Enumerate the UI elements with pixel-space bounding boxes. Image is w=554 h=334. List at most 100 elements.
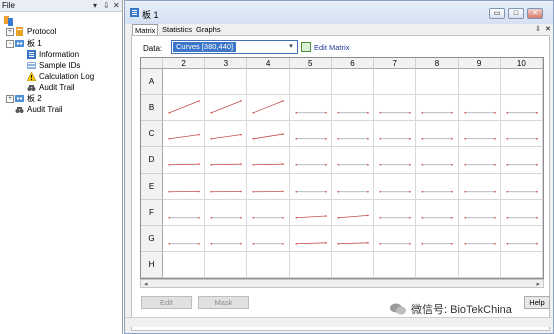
plate-well[interactable] xyxy=(458,225,501,252)
data-select[interactable]: Curves [380,440] ▾ xyxy=(171,40,298,54)
tab-statistics[interactable]: Statistics xyxy=(160,24,194,35)
plate-well[interactable] xyxy=(205,69,248,96)
plate-well[interactable] xyxy=(247,95,290,122)
plate-well[interactable] xyxy=(458,199,501,226)
plate-well[interactable] xyxy=(289,147,332,174)
plate-well[interactable] xyxy=(331,251,375,278)
plate-well[interactable] xyxy=(374,225,417,252)
tree-item-protocol[interactable]: Protocol xyxy=(15,26,56,36)
row-header[interactable]: A xyxy=(141,69,163,96)
plate-well[interactable] xyxy=(500,173,543,200)
close-icon[interactable]: ✕ xyxy=(545,25,551,33)
plate-well[interactable] xyxy=(163,173,206,200)
plate-well[interactable] xyxy=(289,251,332,278)
plate-well[interactable] xyxy=(205,225,248,252)
close-icon[interactable]: ✕ xyxy=(113,1,120,10)
column-header[interactable]: 8 xyxy=(416,58,459,69)
plate-well[interactable] xyxy=(416,121,459,148)
plate-well[interactable] xyxy=(205,147,248,174)
plate-well[interactable] xyxy=(289,121,332,148)
pin-icon[interactable]: ⇩ xyxy=(103,1,110,10)
plate-well[interactable] xyxy=(374,69,417,96)
column-header[interactable]: 4 xyxy=(247,58,290,69)
plate-well[interactable] xyxy=(374,251,417,278)
plate-well[interactable] xyxy=(500,251,543,278)
plate-well[interactable] xyxy=(163,69,206,96)
column-header[interactable]: 5 xyxy=(289,58,332,69)
row-header[interactable]: G xyxy=(141,225,163,252)
plate-well[interactable] xyxy=(416,199,459,226)
protocol-expander[interactable]: + xyxy=(6,28,14,36)
plate-well[interactable] xyxy=(289,69,332,96)
plate-well[interactable] xyxy=(374,121,417,148)
plate-well[interactable] xyxy=(500,69,543,96)
plate-well[interactable] xyxy=(416,173,459,200)
plate-well[interactable] xyxy=(500,199,543,226)
plate-well[interactable] xyxy=(247,251,290,278)
plate-well[interactable] xyxy=(205,251,248,278)
plate-well[interactable] xyxy=(458,95,501,122)
plate-well[interactable] xyxy=(374,147,417,174)
column-header[interactable]: 3 xyxy=(205,58,248,69)
plate-well[interactable] xyxy=(374,95,417,122)
plate-well[interactable] xyxy=(331,225,375,252)
tree-item-plate1[interactable]: 板 1 xyxy=(15,38,42,48)
close-button[interactable]: ✕ xyxy=(527,8,543,19)
row-header[interactable]: B xyxy=(141,95,163,122)
plate-well[interactable] xyxy=(416,69,459,96)
plate-well[interactable] xyxy=(374,173,417,200)
plate-well[interactable] xyxy=(163,199,206,226)
plate1-expander[interactable]: − xyxy=(6,40,14,48)
dropdown-icon[interactable]: ▾ xyxy=(93,1,97,10)
plate-well[interactable] xyxy=(458,173,501,200)
scroll-right-icon[interactable]: ▸ xyxy=(536,280,540,288)
root-icon[interactable] xyxy=(4,14,13,26)
tree-item-audit-trail-2[interactable]: Audit Trail xyxy=(15,104,63,114)
tree-item-audit-trail-1[interactable]: Audit Trail xyxy=(27,82,75,92)
plate-well[interactable] xyxy=(331,69,375,96)
row-header[interactable]: H xyxy=(141,251,163,278)
plate-well[interactable] xyxy=(331,121,375,148)
plate-well[interactable] xyxy=(331,147,375,174)
pin-icon[interactable]: ⇩ xyxy=(535,25,541,33)
tree-item-plate2[interactable]: 板 2 xyxy=(15,93,42,103)
plate-well[interactable] xyxy=(458,121,501,148)
plate-well[interactable] xyxy=(247,173,290,200)
tree-item-information[interactable]: Information xyxy=(27,49,79,59)
tree-item-sample-ids[interactable]: Sample IDs xyxy=(27,60,80,70)
plate-well[interactable] xyxy=(374,199,417,226)
scroll-left-icon[interactable]: ◂ xyxy=(144,280,148,288)
plate-well[interactable] xyxy=(163,121,206,148)
row-header[interactable]: C xyxy=(141,121,163,148)
edit-matrix-link[interactable]: Edit Matrix xyxy=(301,41,349,53)
column-header[interactable]: 6 xyxy=(331,58,375,69)
plate-well[interactable] xyxy=(416,147,459,174)
plate-well[interactable] xyxy=(331,173,375,200)
column-header[interactable]: 7 xyxy=(374,58,417,69)
plate-well[interactable] xyxy=(205,95,248,122)
tree-item-calculation-log[interactable]: Calculation Log xyxy=(26,70,94,81)
plate-well[interactable] xyxy=(247,225,290,252)
plate-well[interactable] xyxy=(500,225,543,252)
maximize-button[interactable]: □ xyxy=(508,8,524,19)
plate-well[interactable] xyxy=(458,251,501,278)
plate-well[interactable] xyxy=(500,147,543,174)
mask-button[interactable]: Mask xyxy=(198,296,249,309)
plate-well[interactable] xyxy=(500,95,543,122)
plate-well[interactable] xyxy=(289,225,332,252)
plate-horizontal-scrollbar[interactable]: ◂ ▸ xyxy=(140,279,544,288)
column-header[interactable]: 2 xyxy=(163,58,206,69)
plate-well[interactable] xyxy=(458,147,501,174)
restore-button[interactable]: ▭ xyxy=(489,8,505,19)
plate-well[interactable] xyxy=(205,121,248,148)
row-header[interactable]: D xyxy=(141,147,163,174)
plate-well[interactable] xyxy=(205,199,248,226)
column-header[interactable]: 9 xyxy=(458,58,501,69)
plate-well[interactable] xyxy=(331,95,375,122)
plate-well[interactable] xyxy=(331,199,375,226)
row-header[interactable]: F xyxy=(141,199,163,226)
plate-well[interactable] xyxy=(289,95,332,122)
column-header[interactable]: 10 xyxy=(500,58,543,69)
plate-well[interactable] xyxy=(416,95,459,122)
plate-well[interactable] xyxy=(163,225,206,252)
